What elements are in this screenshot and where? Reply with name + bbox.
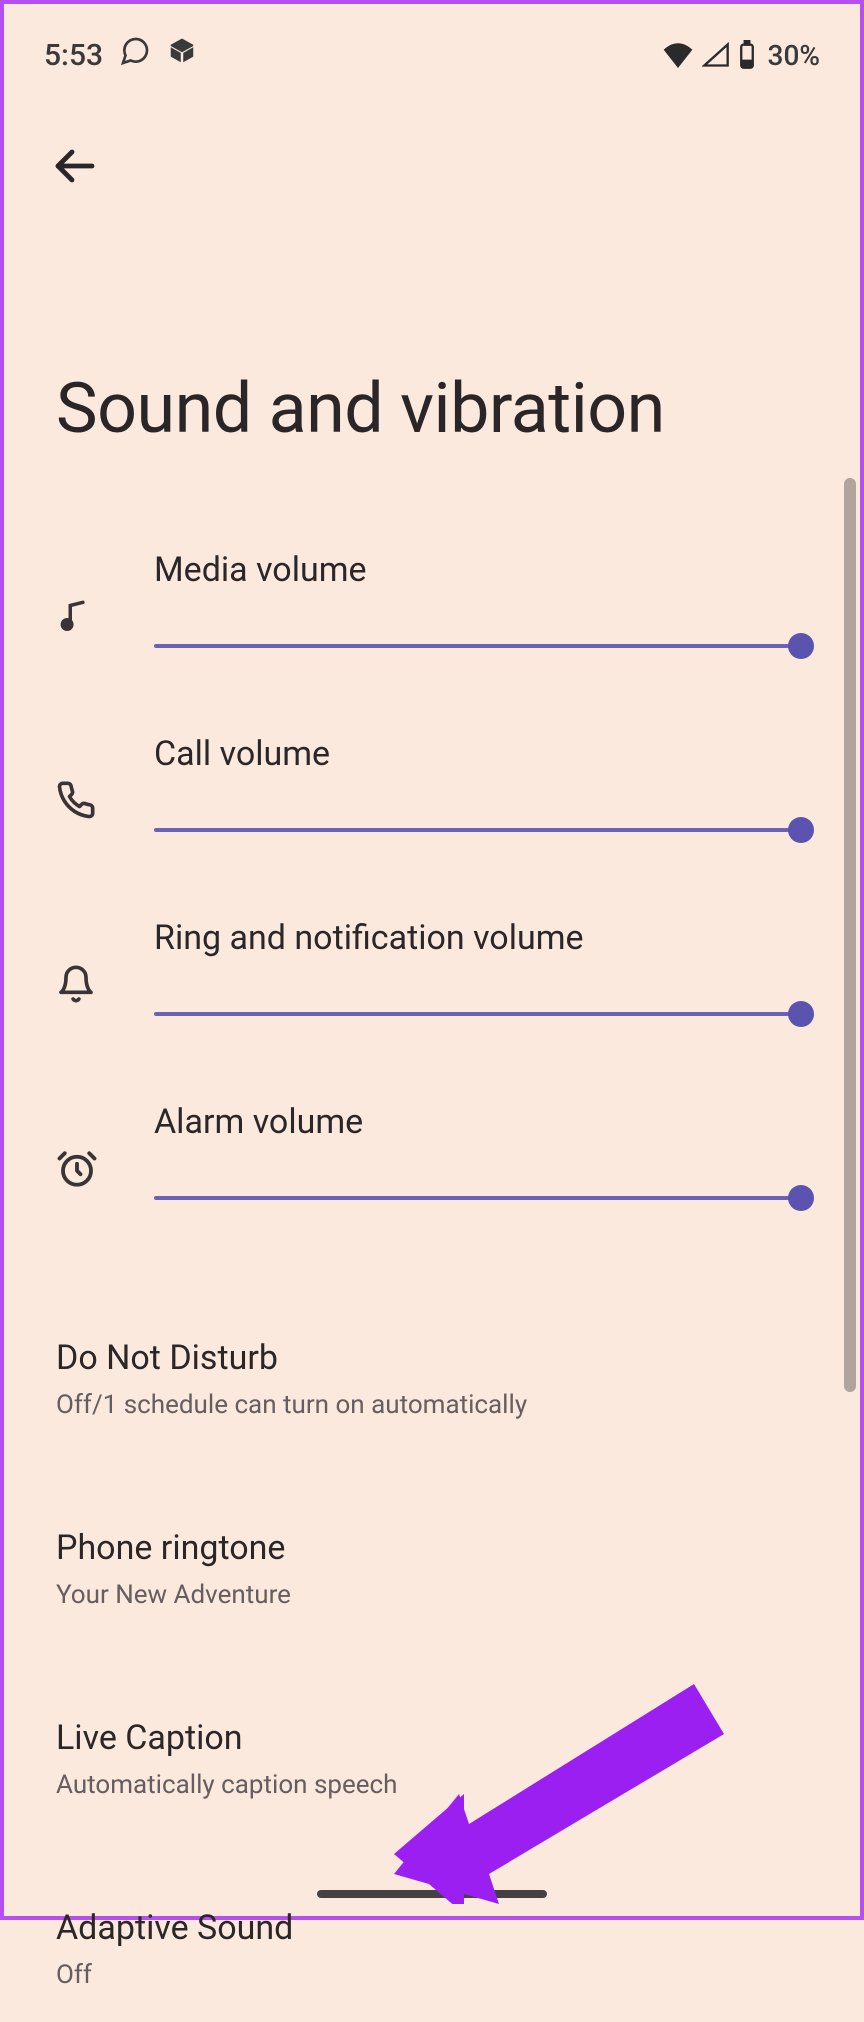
list-item-sub: Off/1 schedule can turn on automatically — [56, 1390, 808, 1420]
call-volume-label: Call volume — [154, 734, 802, 774]
scrollbar[interactable] — [844, 478, 856, 1392]
list-item-title: Live Caption — [56, 1718, 808, 1758]
list-item-title: Phone ringtone — [56, 1528, 808, 1568]
do-not-disturb-item[interactable]: Do Not Disturb Off/1 schedule can turn o… — [56, 1310, 808, 1452]
arrow-left-icon — [50, 142, 98, 190]
slider-thumb[interactable] — [788, 633, 814, 659]
alarm-volume-slider[interactable] — [154, 1196, 802, 1200]
phone-ringtone-item[interactable]: Phone ringtone Your New Adventure — [56, 1500, 808, 1642]
call-volume-slider[interactable] — [154, 828, 802, 832]
alarm-clock-icon — [56, 1148, 104, 1194]
media-volume-label: Media volume — [154, 550, 802, 590]
live-caption-item[interactable]: Live Caption Automatically caption speec… — [56, 1690, 808, 1832]
adaptive-sound-item[interactable]: Adaptive Sound Off — [56, 1880, 808, 2022]
slider-thumb[interactable] — [788, 1001, 814, 1027]
back-button[interactable] — [42, 134, 106, 198]
ring-volume-label: Ring and notification volume — [154, 918, 802, 958]
media-volume-slider[interactable] — [154, 644, 802, 648]
status-bar: 5:53 30 — [4, 4, 860, 84]
list-item-title: Do Not Disturb — [56, 1338, 808, 1378]
list-item-sub: Your New Adventure — [56, 1580, 808, 1610]
list-item-sub: Automatically caption speech — [56, 1770, 808, 1800]
bell-icon — [56, 964, 104, 1008]
volume-sliders: Media volume Call volume Ring and — [4, 450, 860, 1200]
battery-percent: 30% — [768, 39, 820, 72]
list-item-sub: Off — [56, 1960, 808, 1990]
package-icon — [167, 36, 197, 74]
call-volume-row: Call volume — [56, 734, 802, 832]
gesture-nav-bar[interactable] — [317, 1890, 547, 1898]
settings-list: Do Not Disturb Off/1 schedule can turn o… — [4, 1250, 860, 2022]
ring-volume-slider[interactable] — [154, 1012, 802, 1016]
music-note-icon — [56, 596, 104, 638]
list-item-title: Adaptive Sound — [56, 1908, 808, 1948]
media-volume-row: Media volume — [56, 550, 802, 648]
ring-volume-row: Ring and notification volume — [56, 918, 802, 1016]
phone-icon — [56, 780, 104, 824]
alarm-volume-row: Alarm volume — [56, 1102, 802, 1200]
page-title: Sound and vibration — [4, 198, 860, 450]
battery-icon — [738, 40, 756, 70]
status-time: 5:53 — [44, 38, 103, 73]
whatsapp-icon — [119, 35, 151, 75]
wifi-icon — [662, 42, 694, 68]
signal-icon — [702, 42, 730, 68]
slider-thumb[interactable] — [788, 817, 814, 843]
alarm-volume-label: Alarm volume — [154, 1102, 802, 1142]
slider-thumb[interactable] — [788, 1185, 814, 1211]
